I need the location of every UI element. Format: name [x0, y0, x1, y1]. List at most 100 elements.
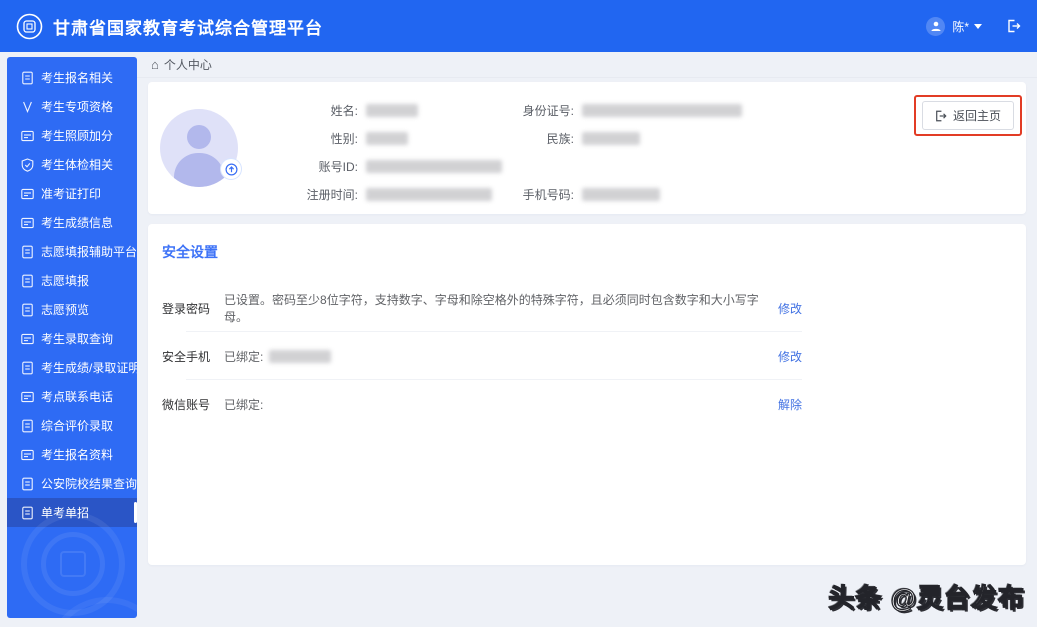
security-action-link[interactable]: 解除 — [778, 396, 802, 413]
security-section-title: 安全设置 — [162, 244, 218, 260]
sidebar-item[interactable]: 考生报名相关 — [7, 63, 137, 92]
sidebar-item-label: 考生报名相关 — [41, 71, 114, 85]
sidebar-item-icon — [21, 390, 34, 404]
sidebar-item-icon — [21, 332, 34, 346]
profile-field-label: 性别: — [330, 131, 358, 146]
redacted-value — [366, 103, 418, 117]
sidebar-item[interactable]: 考生录取查询 — [7, 324, 137, 353]
security-row: 安全手机 已绑定: 修改 — [162, 332, 802, 380]
sidebar-item-label: 考生成绩信息 — [41, 216, 114, 230]
sidebar-item[interactable]: 考生照顾加分 — [7, 121, 137, 150]
redacted-value — [582, 131, 640, 145]
redacted-value — [366, 131, 408, 145]
sidebar-item[interactable]: 考生报名资料 — [7, 440, 137, 469]
sidebar-item-icon — [21, 71, 34, 85]
security-row-desc: 已绑定: — [224, 397, 264, 412]
return-icon — [936, 110, 947, 121]
sidebar-item[interactable]: 志愿填报辅助平台 — [7, 237, 137, 266]
logout-icon[interactable] — [1007, 19, 1021, 33]
profile-field-label: 账号ID: — [318, 159, 358, 174]
profile-field-label: 姓名: — [330, 103, 358, 118]
security-row: 微信账号 已绑定: 解除 — [162, 380, 802, 428]
upload-avatar-icon[interactable] — [221, 159, 241, 179]
profile-field-label: 身份证号: — [522, 103, 574, 118]
sidebar-item[interactable]: 考生成绩信息 — [7, 208, 137, 237]
profile-field: 手机号码: — [502, 186, 660, 203]
sidebar-nav: 考生报名相关 考生专项资格 考生照顾加分 考生体检相关 准考证打印 考生成绩信息 — [7, 57, 137, 618]
security-row-label: 安全手机 — [162, 349, 211, 364]
profile-field: 账号ID: — [262, 158, 502, 175]
sidebar-item-label: 考生照顾加分 — [41, 129, 114, 143]
sidebar-item[interactable]: 志愿预览 — [7, 295, 137, 324]
caret-down-icon — [974, 23, 982, 29]
username: 陈* — [952, 19, 969, 34]
sidebar-item-label: 志愿填报辅助平台 — [41, 245, 137, 259]
home-icon: ⌂ — [151, 57, 159, 72]
app-window: 甘肃省国家教育考试综合管理平台 陈* 考生报名相关 考生专项资格 考生照顾加分 … — [0, 0, 1037, 627]
sidebar-item-icon — [21, 129, 34, 143]
security-row-label: 微信账号 — [162, 397, 211, 412]
sidebar-item-label: 考生成绩/录取证明 — [41, 361, 137, 375]
sidebar-item-label: 志愿填报 — [41, 274, 90, 288]
sidebar-item-icon — [21, 274, 34, 288]
security-row: 登录密码 已设置。密码至少8位字符，支持数字、字母和除空格外的特殊字符，且必须同时… — [162, 284, 802, 332]
profile-field: 民族: — [502, 130, 640, 147]
sidebar-item[interactable]: 考生专项资格 — [7, 92, 137, 121]
sidebar-item-icon — [21, 419, 34, 433]
sidebar-item[interactable]: 志愿填报 — [7, 266, 137, 295]
user-avatar-icon[interactable] — [926, 16, 946, 36]
sidebar-item[interactable]: 综合评价录取 — [7, 411, 137, 440]
sidebar-item[interactable]: 公安院校结果查询 — [7, 469, 137, 498]
sidebar-watermark-ring — [47, 597, 137, 618]
breadcrumb: ⌂ 个人中心 — [137, 52, 1037, 78]
emblem-icon — [16, 13, 43, 39]
annotation-highlight-box: 返回主页 — [913, 95, 1022, 136]
sidebar-item-label: 考生体检相关 — [41, 158, 114, 172]
sidebar-item-icon — [21, 361, 34, 375]
top-header: 甘肃省国家教育考试综合管理平台 陈* — [0, 0, 1037, 52]
profile-field: 注册时间: — [262, 186, 502, 203]
security-row-desc: 已设置。密码至少8位字符，支持数字、字母和除空格外的特殊字符，且必须同时包含数字… — [224, 293, 759, 324]
security-settings-card: 安全设置 登录密码 已设置。密码至少8位字符，支持数字、字母和除空格外的特殊字符，… — [148, 224, 1026, 565]
sidebar-item-icon — [21, 158, 34, 172]
return-home-button[interactable]: 返回主页 — [921, 101, 1014, 130]
redacted-value — [582, 103, 742, 117]
profile-field: 姓名: — [262, 102, 502, 119]
security-action-link[interactable]: 修改 — [778, 300, 802, 317]
sidebar-item-label: 单考单招 — [41, 506, 90, 520]
security-row-label: 登录密码 — [162, 301, 211, 316]
sidebar-item-label: 考生录取查询 — [41, 332, 114, 346]
return-home-label: 返回主页 — [952, 109, 1001, 123]
profile-field: 身份证号: — [502, 102, 742, 119]
sidebar-item[interactable]: 准考证打印 — [7, 179, 137, 208]
user-menu[interactable]: 陈* — [952, 18, 982, 35]
sidebar-item-label: 考生专项资格 — [41, 100, 114, 114]
redacted-value — [366, 159, 502, 173]
sidebar-item-icon — [21, 477, 34, 491]
sidebar-item-icon — [21, 100, 34, 114]
security-row-desc: 已绑定: — [224, 348, 332, 365]
page-title: 甘肃省国家教育考试综合管理平台 — [53, 18, 323, 38]
redacted-value — [366, 187, 492, 201]
sidebar-item-label: 志愿预览 — [41, 303, 90, 317]
toutiao-watermark: 头条 @灵台发布 — [828, 582, 1025, 613]
sidebar-item-icon — [21, 303, 34, 317]
profile-field-label: 注册时间: — [306, 187, 358, 202]
sidebar-item-icon — [21, 216, 34, 230]
sidebar-item-label: 综合评价录取 — [41, 419, 114, 433]
sidebar-item-label: 考点联系电话 — [41, 390, 114, 404]
profile-field: 性别: — [262, 130, 502, 147]
security-action-link[interactable]: 修改 — [778, 348, 802, 365]
redacted-value — [582, 187, 660, 201]
sidebar-item-icon — [21, 245, 34, 259]
profile-fields: 姓名: 身份证号: 性别: 民族: 账号ID: 注册时间: 手机号码: — [262, 90, 1014, 208]
sidebar-item-label: 考生报名资料 — [41, 448, 114, 462]
profile-field-label: 民族: — [546, 131, 574, 146]
sidebar-item[interactable]: 考点联系电话 — [7, 382, 137, 411]
sidebar-item[interactable]: 考生体检相关 — [7, 150, 137, 179]
breadcrumb-label: 个人中心 — [163, 58, 212, 72]
sidebar-item[interactable]: 单考单招 — [7, 498, 137, 527]
sidebar-item-label: 准考证打印 — [41, 187, 102, 201]
sidebar-item-icon — [21, 448, 34, 462]
sidebar-item[interactable]: 考生成绩/录取证明 — [7, 353, 137, 382]
